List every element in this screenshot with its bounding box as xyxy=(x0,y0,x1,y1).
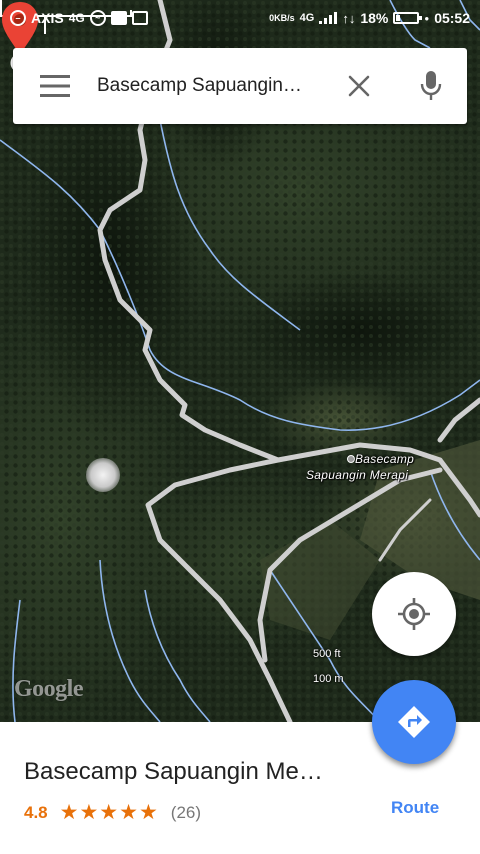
scale-m-label: 100 m xyxy=(313,673,344,685)
place-title[interactable]: Basecamp Sapuangin Me… xyxy=(24,758,323,786)
directions-icon xyxy=(398,706,430,738)
carrier-name: AXIS xyxy=(31,10,64,26)
sim-icon: – xyxy=(10,10,26,26)
hotspot-icon: ~ xyxy=(89,10,106,26)
close-icon xyxy=(348,75,370,97)
scale-ft-label: 500 ft xyxy=(313,648,341,660)
review-count[interactable]: (26) xyxy=(171,803,201,823)
data-rate: 0KB/s xyxy=(269,13,295,23)
google-logo: Google xyxy=(14,676,84,702)
rating-value: 4.8 xyxy=(24,802,48,822)
carrier-network: 4G xyxy=(68,11,85,25)
directions-button[interactable] xyxy=(372,680,456,764)
bbm-icon xyxy=(110,11,127,25)
clear-search-button[interactable] xyxy=(323,48,395,124)
place-label-line2[interactable]: Sapuangin Merapi xyxy=(306,468,408,482)
network-type: 4G xyxy=(299,12,315,24)
place-label-line1[interactable]: Basecamp xyxy=(355,452,414,466)
status-bar: – AXIS 4G ~ 0KB/s 4G ↑↓ 18% ● 05:52 xyxy=(0,0,480,36)
route-label[interactable]: Route xyxy=(391,798,439,818)
mic-icon xyxy=(420,71,442,100)
battery-icon xyxy=(393,12,423,24)
photo-sphere-marker[interactable] xyxy=(86,458,120,492)
dot-separator: ● xyxy=(424,13,430,23)
rating-stars: ★★★★★ xyxy=(59,801,159,824)
signal-icon xyxy=(319,12,338,24)
my-location-button[interactable] xyxy=(372,572,456,656)
rating-row: 4.8 ★★★★★ (26) xyxy=(24,800,201,825)
screenshot-icon xyxy=(131,11,148,25)
battery-percent: 18% xyxy=(360,10,389,26)
menu-button[interactable] xyxy=(13,48,97,124)
place-dot xyxy=(347,455,355,463)
search-query[interactable]: Basecamp Sapuangin… xyxy=(97,75,323,97)
search-card[interactable]: Basecamp Sapuangin… xyxy=(13,48,467,124)
voice-search-button[interactable] xyxy=(395,48,467,124)
clock: 05:52 xyxy=(434,10,470,26)
data-arrows-icon: ↑↓ xyxy=(342,10,356,26)
menu-icon xyxy=(40,75,70,97)
my-location-icon xyxy=(398,598,430,630)
